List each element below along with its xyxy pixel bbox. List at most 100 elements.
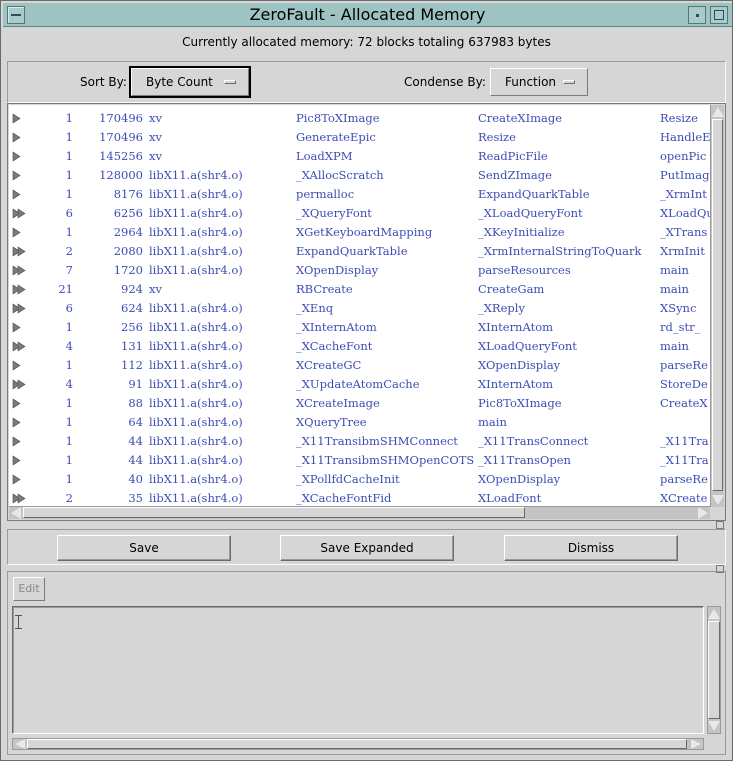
scroll-down-arrow-icon[interactable]: [712, 495, 724, 505]
save-button[interactable]: Save: [57, 535, 231, 561]
list-horizontal-scrollbar[interactable]: [9, 506, 710, 519]
pane-sash[interactable]: [716, 521, 724, 529]
row-bytes: 145256: [99, 149, 143, 163]
scroll-right-arrow-icon[interactable]: [698, 507, 708, 519]
row-module: libX11.a(shr4.o): [149, 168, 243, 182]
row-bytes: 8176: [113, 187, 143, 201]
expand-arrow-icon[interactable]: [12, 474, 28, 485]
scroll-left-arrow-icon[interactable]: [11, 507, 21, 519]
table-row[interactable]: 1 88 libX11.a(shr4.o) XCreateImage Pic8ToXIm…: [9, 394, 710, 413]
expand-multiple-arrow-icon[interactable]: [12, 265, 28, 276]
table-row[interactable]: 4 131 libX11.a(shr4.o) _XCacheFont XLoadQuer…: [9, 337, 710, 356]
list-vertical-scrollbar[interactable]: [710, 105, 724, 507]
table-row[interactable]: 1 170496 xv Pic8ToXImage CreateXImage Resize: [9, 109, 710, 128]
dismiss-button[interactable]: Dismiss: [504, 535, 678, 561]
expand-multiple-arrow-icon[interactable]: [12, 341, 28, 352]
table-row[interactable]: 1 64 libX11.a(shr4.o) XQueryTree main: [9, 413, 710, 432]
expand-arrow-icon[interactable]: [12, 436, 28, 447]
table-row[interactable]: 2 2080 libX11.a(shr4.o) ExpandQuarkTable _Xr…: [9, 242, 710, 261]
text-horizontal-scrollbar[interactable]: [12, 738, 704, 750]
expand-arrow-icon[interactable]: [12, 455, 28, 466]
sort-by-label: Sort By:: [80, 75, 127, 89]
scrollbar-thumb[interactable]: [712, 119, 723, 491]
row-caller-2: HandleE: [660, 130, 710, 144]
row-bytes: 40: [128, 472, 143, 486]
table-row[interactable]: 1 2964 libX11.a(shr4.o) XGetKeyboardMapping…: [9, 223, 710, 242]
scroll-up-arrow-icon[interactable]: [712, 107, 724, 117]
table-row[interactable]: 6 624 libX11.a(shr4.o) _XEnq _XReply XSync: [9, 299, 710, 318]
row-module: libX11.a(shr4.o): [149, 396, 243, 410]
row-function: _X11TransibmSHMOpenCOTS: [296, 453, 475, 467]
row-function: _X11TransibmSHMConnect: [296, 434, 458, 448]
table-row[interactable]: 4 91 libX11.a(shr4.o) _XUpdateAtomCache XInt…: [9, 375, 710, 394]
zerofault-window: ZeroFault - Allocated Memory Currently a…: [0, 0, 733, 761]
expand-multiple-arrow-icon[interactable]: [12, 379, 28, 390]
expand-arrow-icon[interactable]: [12, 151, 28, 162]
condense-by-menu[interactable]: Function: [490, 68, 588, 96]
row-module: xv: [149, 130, 162, 144]
table-row[interactable]: 6 6256 libX11.a(shr4.o) _XQueryFont _XLoadQu…: [9, 204, 710, 223]
row-caller-2: openPic: [660, 149, 707, 163]
table-row[interactable]: 1 170496 xv GenerateEpic Resize HandleE: [9, 128, 710, 147]
row-count: 1: [65, 187, 73, 201]
row-count: 1: [65, 225, 73, 239]
row-module: xv: [149, 149, 162, 163]
table-row[interactable]: 1 145256 xv LoadXPM ReadPicFile openPic: [9, 147, 710, 166]
expand-multiple-arrow-icon[interactable]: [12, 493, 28, 504]
row-bytes: 624: [121, 301, 143, 315]
sort-by-menu[interactable]: Byte Count: [129, 66, 251, 98]
table-row[interactable]: 2 35 libX11.a(shr4.o) _XCacheFontFid XLoadFo…: [9, 489, 710, 507]
row-count: 2: [65, 244, 73, 258]
expand-arrow-icon[interactable]: [12, 189, 28, 200]
expand-arrow-icon[interactable]: [12, 360, 28, 371]
expand-arrow-icon[interactable]: [12, 170, 28, 181]
expand-multiple-arrow-icon[interactable]: [12, 246, 28, 257]
text-vertical-scrollbar[interactable]: [707, 606, 721, 734]
row-caller: Pic8ToXImage: [478, 396, 562, 410]
row-caller-2: PutImag: [660, 168, 710, 182]
scroll-up-arrow-icon[interactable]: [708, 609, 720, 619]
expand-arrow-icon[interactable]: [12, 132, 28, 143]
scroll-down-arrow-icon[interactable]: [708, 721, 720, 731]
expand-arrow-icon[interactable]: [12, 227, 28, 238]
table-row[interactable]: 1 40 libX11.a(shr4.o) _XPollfdCacheInit XOpe…: [9, 470, 710, 489]
table-row[interactable]: 1 112 libX11.a(shr4.o) XCreateGC XOpenDispla…: [9, 356, 710, 375]
table-row[interactable]: 7 1720 libX11.a(shr4.o) XOpenDisplay parseRe…: [9, 261, 710, 280]
minimize-icon[interactable]: [688, 6, 706, 24]
row-bytes: 170496: [99, 111, 143, 125]
row-module: libX11.a(shr4.o): [149, 244, 243, 258]
table-row[interactable]: 21 924 xv RBCreate CreateGam main: [9, 280, 710, 299]
table-row[interactable]: 1 44 libX11.a(shr4.o) _X11TransibmSHMOpenCO…: [9, 451, 710, 470]
row-count: 1: [65, 111, 73, 125]
row-function: XCreateGC: [296, 358, 362, 372]
row-count: 6: [65, 206, 73, 220]
row-module: libX11.a(shr4.o): [149, 377, 243, 391]
expand-arrow-icon[interactable]: [12, 398, 28, 409]
expand-multiple-arrow-icon[interactable]: [12, 284, 28, 295]
scrollbar-thumb[interactable]: [23, 507, 525, 518]
scroll-left-arrow-icon[interactable]: [15, 739, 25, 749]
row-caller-2: parseRe: [660, 472, 708, 486]
expand-multiple-arrow-icon[interactable]: [12, 303, 28, 314]
row-bytes: 170496: [99, 130, 143, 144]
table-row[interactable]: 1 8176 libX11.a(shr4.o) permalloc ExpandQuar…: [9, 185, 710, 204]
expand-multiple-arrow-icon[interactable]: [12, 208, 28, 219]
scrollbar-thumb[interactable]: [708, 621, 720, 719]
maximize-icon[interactable]: [710, 6, 728, 24]
allocation-list[interactable]: 1 170496 xv Pic8ToXImage CreateXImage Resize 1…: [9, 105, 710, 507]
title-bar[interactable]: ZeroFault - Allocated Memory: [3, 3, 732, 27]
expand-arrow-icon[interactable]: [12, 417, 28, 428]
row-caller: _XLoadQueryFont: [478, 206, 583, 220]
table-row[interactable]: 1 256 libX11.a(shr4.o) _XInternAtom XInternA…: [9, 318, 710, 337]
save-expanded-button[interactable]: Save Expanded: [280, 535, 454, 561]
scrollbar-thumb[interactable]: [27, 739, 687, 749]
scroll-right-arrow-icon[interactable]: [691, 739, 701, 749]
table-row[interactable]: 1 128000 libX11.a(shr4.o) _XAllocScratch Sen…: [9, 166, 710, 185]
edit-button[interactable]: Edit: [13, 577, 45, 601]
expand-arrow-icon[interactable]: [12, 113, 28, 124]
table-row[interactable]: 1 44 libX11.a(shr4.o) _X11TransibmSHMConnec…: [9, 432, 710, 451]
row-function: _XInternAtom: [296, 320, 377, 334]
row-caller: XOpenDisplay: [478, 472, 561, 486]
detail-text-area[interactable]: [12, 606, 704, 734]
expand-arrow-icon[interactable]: [12, 322, 28, 333]
